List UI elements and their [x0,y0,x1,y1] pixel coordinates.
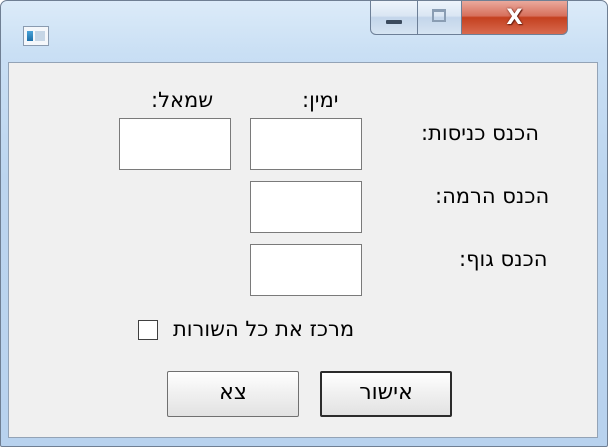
exit-button[interactable]: צא [167,371,299,417]
close-icon: X [506,5,523,29]
maximize-icon [432,9,446,22]
close-button[interactable]: X [462,1,568,35]
app-icon[interactable] [23,26,49,46]
title-bar[interactable]: X [1,1,607,61]
lift-right-input[interactable] [250,181,362,233]
app-icon-bar [27,31,33,41]
center-all-lines-label[interactable]: מרכז את כל השורות [173,317,354,341]
dialog-client-area: ימין: שמאל: הכנס כניסות: הכנס הרמה: הכנס… [8,62,598,438]
center-all-lines-checkbox[interactable] [138,320,158,340]
entries-right-input[interactable] [250,118,362,170]
dialog-window: X ימין: שמאל: הכנס כניסות: הכנס הרמה: הכ… [0,0,608,447]
ok-button[interactable]: אישור [320,371,452,417]
minimize-icon [386,20,402,24]
lift-label: הכנס הרמה: [435,184,550,208]
entries-label: הכנס כניסות: [421,121,539,145]
entries-left-input[interactable] [119,118,231,170]
caption-buttons: X [370,1,568,37]
app-icon-panel [35,31,45,41]
column-left-label: שמאל: [151,88,214,112]
body-right-input[interactable] [250,244,362,296]
body-label: הכנס גוף: [459,247,548,271]
column-right-label: ימין: [302,88,339,112]
minimize-button[interactable] [370,1,418,35]
maximize-button[interactable] [418,1,462,35]
